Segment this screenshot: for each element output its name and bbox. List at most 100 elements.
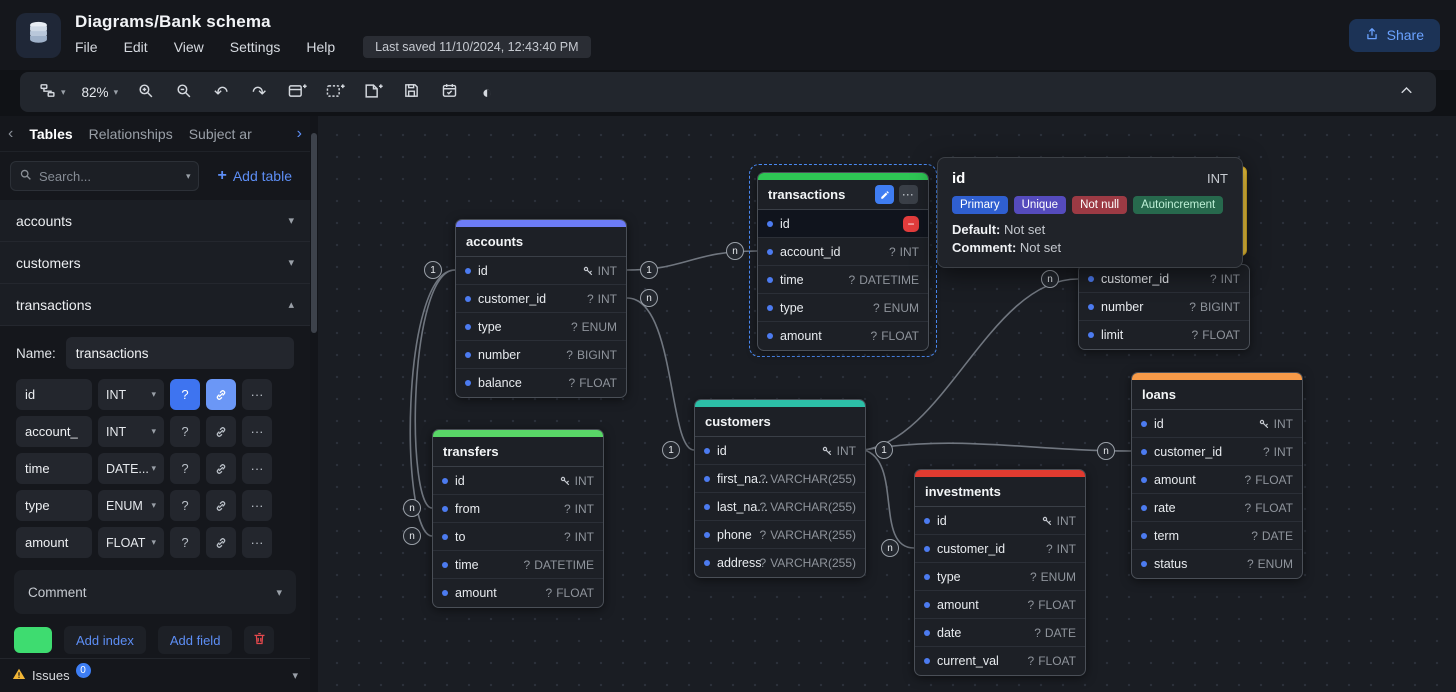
field-row-current_val[interactable]: current_val?FLOAT (915, 647, 1085, 675)
field-type-select[interactable]: ENUM▾ (98, 490, 164, 521)
field-type-select[interactable]: INT▾ (98, 379, 164, 410)
save-button[interactable] (395, 76, 427, 108)
field-name-input[interactable]: amount (16, 527, 92, 558)
field-row-from[interactable]: from?INT (433, 495, 603, 523)
field-row-amount[interactable]: amount?FLOAT (758, 322, 928, 350)
add-field-button[interactable]: Add field (158, 626, 233, 654)
field-row-balance[interactable]: balance?FLOAT (456, 369, 626, 397)
menu-view[interactable]: View (174, 39, 204, 55)
theme-toggle-button[interactable]: ◐ (471, 76, 503, 108)
table-header[interactable]: accounts (456, 227, 626, 257)
field-row-type[interactable]: type?ENUM (915, 563, 1085, 591)
field-more-button[interactable]: ··· (242, 490, 272, 521)
diagram-canvas[interactable]: accountsidINTcustomer_id?INTtype?ENUMnum… (318, 116, 1456, 692)
delete-table-button[interactable] (244, 626, 274, 654)
sidebar-item-accounts[interactable]: accounts ▾ (0, 200, 310, 242)
table-header[interactable]: transactions··· (758, 180, 928, 210)
table-card-investments[interactable]: investmentsidINTcustomer_id?INTtype?ENUM… (914, 469, 1086, 676)
field-row-id[interactable]: idINT (433, 467, 603, 495)
todo-button[interactable] (433, 76, 465, 108)
add-note-button[interactable] (357, 76, 389, 108)
sidebar-item-transactions[interactable]: transactions ▴ (0, 284, 310, 326)
field-name-input[interactable]: time (16, 453, 92, 484)
field-row-to[interactable]: to?INT (433, 523, 603, 551)
search-input[interactable]: Search... ▾ (10, 161, 199, 191)
key-link-button[interactable] (206, 416, 236, 447)
table-header[interactable]: customers (695, 407, 865, 437)
nullable-toggle-button[interactable]: ? (170, 527, 200, 558)
table-card-transfers[interactable]: transfersidINTfrom?INTto?INTtime?DATETIM… (432, 429, 604, 608)
menu-help[interactable]: Help (306, 39, 335, 55)
field-row-id[interactable]: id− (758, 210, 928, 238)
field-row-type[interactable]: type?ENUM (758, 294, 928, 322)
field-row-amount[interactable]: amount?FLOAT (1132, 466, 1302, 494)
relationship-customers-loans[interactable] (864, 443, 1131, 451)
zoom-in-button[interactable] (129, 76, 161, 108)
field-row-date[interactable]: date?DATE (915, 619, 1085, 647)
table-header[interactable]: loans (1132, 380, 1302, 410)
field-type-select[interactable]: FLOAT▾ (98, 527, 164, 558)
field-name-input[interactable]: account_ (16, 416, 92, 447)
table-header[interactable]: investments (915, 477, 1085, 507)
field-name-input[interactable]: type (16, 490, 92, 521)
field-row-id[interactable]: idINT (695, 437, 865, 465)
table-card-transactions[interactable]: transactions···id−account_id?INTtime?DAT… (757, 172, 929, 351)
field-row-time[interactable]: time?DATETIME (433, 551, 603, 579)
table-card-customers[interactable]: customersidINTfirst_na...?VARCHAR(255)la… (694, 399, 866, 578)
tabs-scroll-left-icon[interactable]: ‹ (8, 125, 13, 143)
field-type-select[interactable]: INT▾ (98, 416, 164, 447)
field-row-term[interactable]: term?DATE (1132, 522, 1302, 550)
tab-relationships[interactable]: Relationships (89, 126, 173, 142)
table-card-loans[interactable]: loansidINTcustomer_id?INTamount?FLOATrat… (1131, 372, 1303, 579)
field-row-id[interactable]: idINT (456, 257, 626, 285)
collapse-toolbar-button[interactable] (1390, 76, 1422, 108)
field-row-limit[interactable]: limit?FLOAT (1079, 321, 1249, 349)
relationship-accounts-customers[interactable] (627, 298, 694, 450)
share-button[interactable]: Share (1349, 19, 1440, 52)
field-row-customer_id[interactable]: customer_id?INT (915, 535, 1085, 563)
field-more-button[interactable]: ··· (242, 453, 272, 484)
add-area-button[interactable] (319, 76, 351, 108)
menu-file[interactable]: File (75, 39, 98, 55)
field-row-type[interactable]: type?ENUM (456, 313, 626, 341)
field-row-customer_id[interactable]: customer_id?INT (1132, 438, 1302, 466)
field-row-id[interactable]: idINT (915, 507, 1085, 535)
field-row-phone[interactable]: phone?VARCHAR(255) (695, 521, 865, 549)
nullable-toggle-button[interactable]: ? (170, 379, 200, 410)
field-row-number[interactable]: number?BIGINT (1079, 293, 1249, 321)
relationship-customers-investments[interactable] (864, 450, 914, 548)
field-type-select[interactable]: DATE...▾ (98, 453, 164, 484)
app-logo[interactable] (16, 13, 61, 58)
field-row-first_na...[interactable]: first_na...?VARCHAR(255) (695, 465, 865, 493)
add-table-toolbar-button[interactable] (281, 76, 313, 108)
scrollbar-thumb[interactable] (311, 133, 317, 333)
field-row-amount[interactable]: amount?FLOAT (915, 591, 1085, 619)
menu-settings[interactable]: Settings (230, 39, 281, 55)
tabs-scroll-right-icon[interactable]: › (297, 125, 302, 143)
key-link-button[interactable] (206, 379, 236, 410)
delete-field-button[interactable]: − (903, 216, 919, 232)
field-more-button[interactable]: ··· (242, 379, 272, 410)
nullable-toggle-button[interactable]: ? (170, 453, 200, 484)
chevron-down-icon[interactable]: ▾ (292, 669, 298, 682)
tab-subject-areas[interactable]: Subject ar (189, 126, 252, 142)
issues-bar[interactable]: Issues 0 ▾ (0, 658, 310, 692)
table-name-input[interactable]: transactions (66, 337, 294, 369)
field-row-amount[interactable]: amount?FLOAT (433, 579, 603, 607)
table-card-partial[interactable]: customer_id?INTnumber?BIGINTlimit?FLOAT (1078, 264, 1250, 350)
nullable-toggle-button[interactable]: ? (170, 490, 200, 521)
field-row-address[interactable]: address?VARCHAR(255) (695, 549, 865, 577)
key-link-button[interactable] (206, 527, 236, 558)
sidebar-item-customers[interactable]: customers ▾ (0, 242, 310, 284)
field-row-time[interactable]: time?DATETIME (758, 266, 928, 294)
table-header[interactable]: transfers (433, 437, 603, 467)
field-row-customer_id[interactable]: customer_id?INT (456, 285, 626, 313)
add-table-button[interactable]: + Add table (209, 167, 300, 185)
field-row-account_id[interactable]: account_id?INT (758, 238, 928, 266)
field-row-rate[interactable]: rate?FLOAT (1132, 494, 1302, 522)
add-index-button[interactable]: Add index (64, 626, 146, 654)
field-row-status[interactable]: status?ENUM (1132, 550, 1302, 578)
field-name-input[interactable]: id (16, 379, 92, 410)
key-link-button[interactable] (206, 453, 236, 484)
menu-edit[interactable]: Edit (124, 39, 148, 55)
